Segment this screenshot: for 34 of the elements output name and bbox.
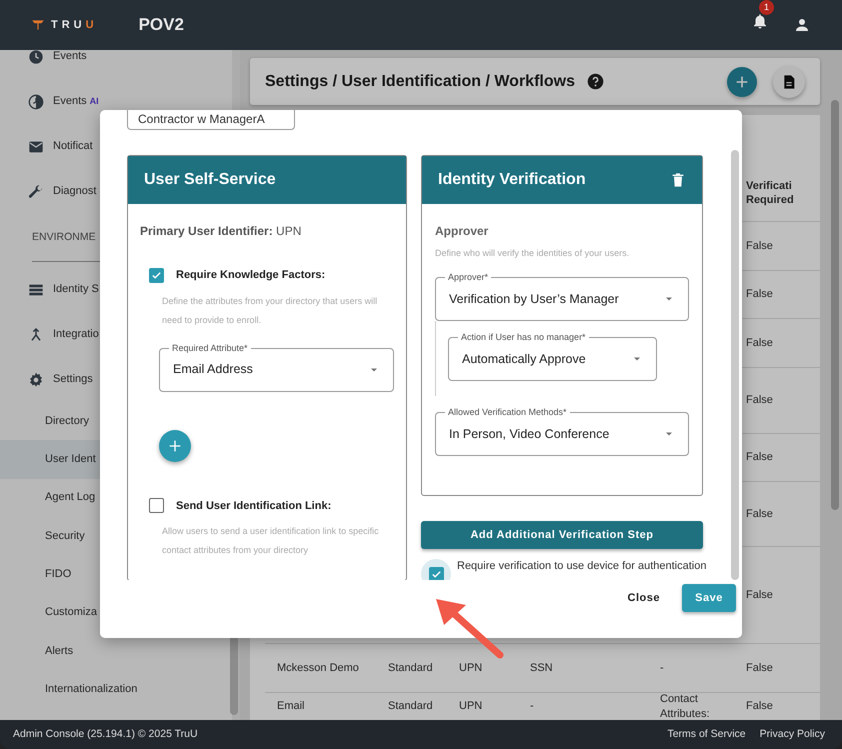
help-text: Define who will verify the identities of your users. (435, 247, 630, 260)
table-cell: False (746, 660, 773, 676)
table-cell: - (660, 662, 664, 674)
table-cell: False (746, 450, 773, 465)
table-cell: SSN (530, 662, 553, 674)
notification-count: 1 (759, 0, 774, 15)
checkbox-label: Require verification to use device for authentication (457, 559, 707, 574)
table-cell: False (746, 699, 773, 714)
table-cell: Contact Attributes: (660, 693, 710, 720)
table-cell: Standard (388, 662, 433, 674)
help-text: Define the attributes from your directory that users will need to provide to enroll. (162, 294, 378, 327)
table-cell: False (746, 287, 773, 302)
table-cell: UPN (459, 700, 482, 712)
table-cell: Mckesson Demo (277, 662, 359, 674)
card-title: Identity Verification (438, 170, 586, 190)
identifier-text: Primary User Identifier: UPN (140, 223, 302, 240)
table-cell: False (746, 393, 773, 408)
section-heading: Approver (435, 223, 490, 240)
table-cell: - (530, 700, 534, 712)
checkbox-label: Send User Identification Link: (176, 498, 332, 514)
table-cell: Standard (388, 700, 433, 712)
table-cell: False (746, 336, 773, 350)
app-title: POV2 (138, 14, 184, 36)
breadcrumb: Settings / User Identification / Workflows (265, 72, 575, 92)
help-text: Allow users to send a user identification link to specific contact attributes from your directory (162, 525, 380, 557)
card-title: User Self-Service (128, 156, 406, 204)
table-cell: False (746, 506, 773, 522)
table-cell: False (746, 588, 773, 602)
table-cell: Email (277, 700, 305, 712)
checkbox-label: Require Knowledge Factors: (176, 268, 326, 283)
table-cell: UPN (459, 662, 482, 674)
copyright-text: Admin Console (25.194.1) © 2025 TruU (13, 726, 198, 742)
table-cell: False (746, 238, 773, 254)
column-header: Verificati Required (746, 178, 795, 208)
